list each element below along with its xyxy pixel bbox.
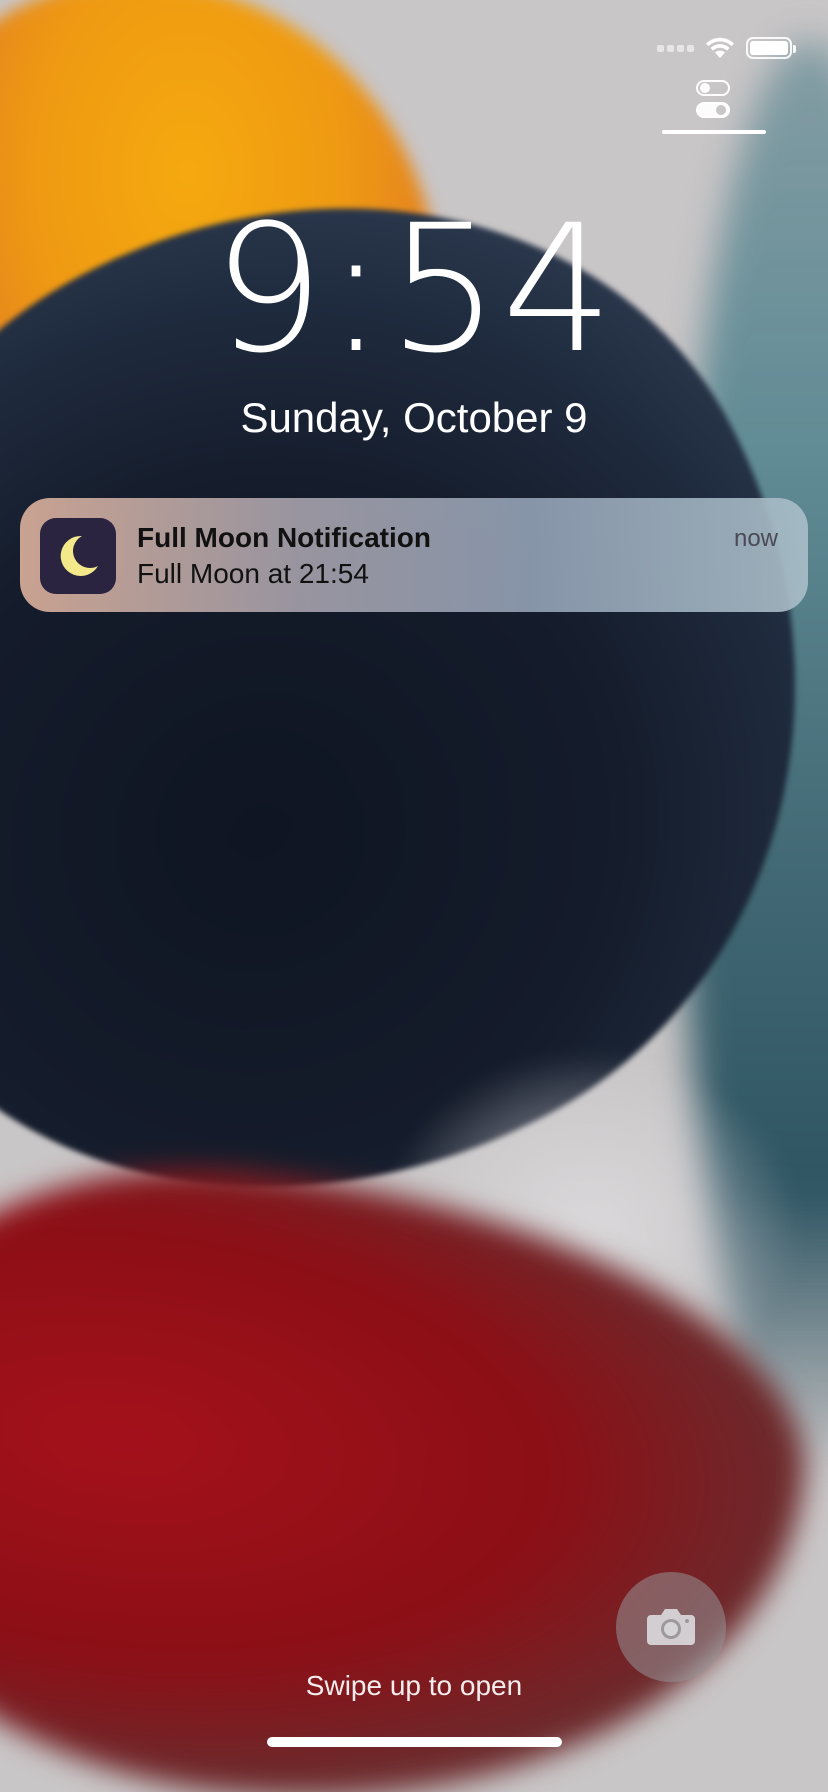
- focus-underline: [662, 130, 766, 134]
- notification-title: Full Moon Notification: [137, 522, 431, 553]
- lock-screen-date: Sunday, October 9: [240, 394, 588, 441]
- swipe-up-hint: Swipe up to open: [305, 1670, 523, 1701]
- battery-fill: [750, 41, 788, 55]
- focus-toggle-icon[interactable]: [662, 80, 766, 134]
- cellular-signal-icon: [657, 44, 694, 52]
- crescent-moon-icon: [60, 535, 98, 576]
- home-indicator[interactable]: [267, 1737, 562, 1747]
- notification-timestamp: now: [733, 525, 778, 552]
- app-icon: [40, 518, 116, 594]
- notification-body: Full Moon at 21:54: [137, 558, 369, 589]
- lock-screen-time: 9:54: [212, 187, 616, 392]
- status-bar: [657, 36, 796, 60]
- wifi-icon: [706, 37, 734, 58]
- battery-icon: [746, 37, 796, 59]
- camera-button[interactable]: [616, 1572, 726, 1682]
- notification-card[interactable]: Full Moon Notification Full Moon at 21:5…: [20, 498, 808, 612]
- lock-screen: 9:54 Sunday, October 9 Full Moon Notific…: [0, 0, 828, 1792]
- camera-icon: [647, 1609, 695, 1645]
